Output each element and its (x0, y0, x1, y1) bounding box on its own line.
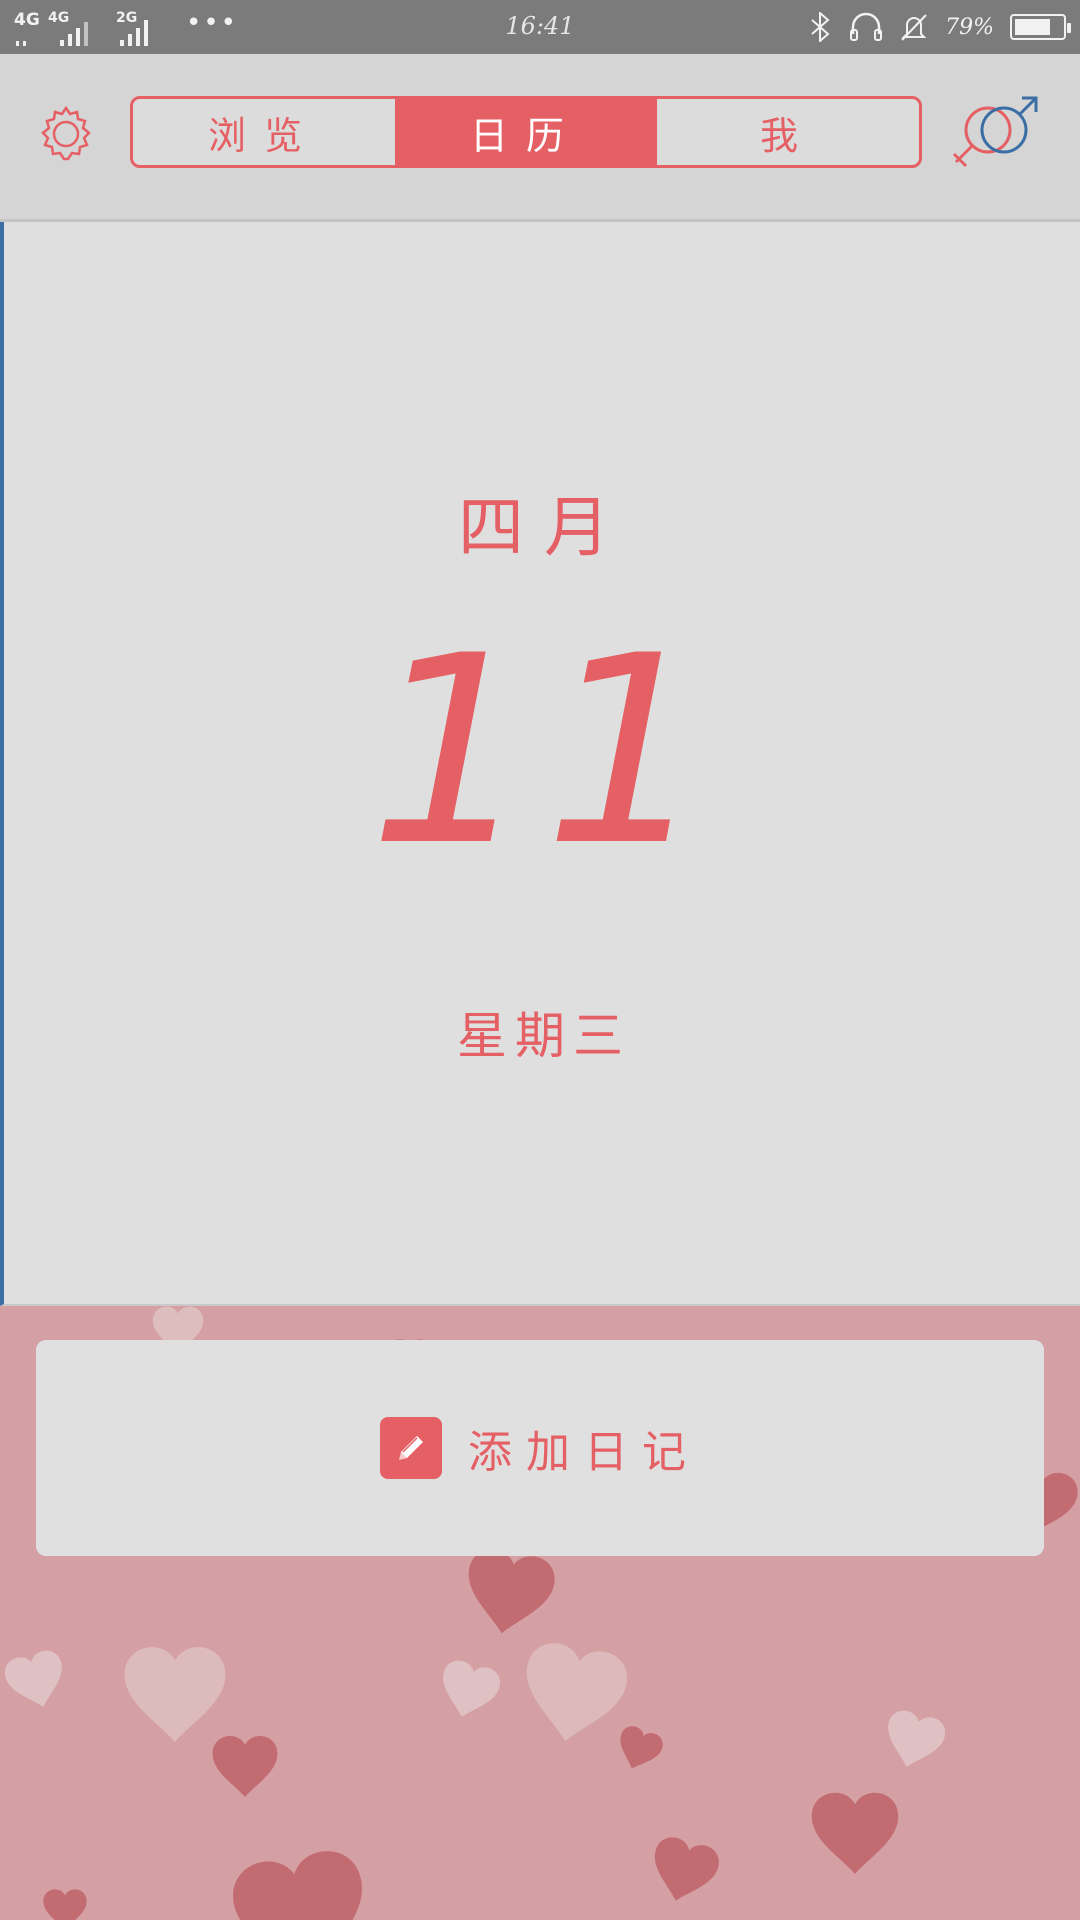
month-label: 四月 (458, 489, 630, 566)
battery-percent: 79% (945, 14, 994, 40)
calendar-panel: 四月 11 星期三 (0, 222, 1080, 1306)
tab-label: 浏览 (207, 113, 320, 158)
status-icons: 79% (807, 10, 1071, 44)
gear-icon[interactable] (36, 104, 96, 164)
weekday-label: 星期三 (457, 1007, 631, 1065)
day-number: 11 (368, 601, 720, 903)
battery-icon (1010, 14, 1071, 40)
bell-muted-icon (901, 14, 927, 41)
pencil-icon (380, 1417, 442, 1479)
gender-icon[interactable] (950, 96, 1042, 176)
add-diary-button[interactable]: 添加日记 (36, 1340, 1044, 1556)
tab-label: 我 (759, 113, 816, 158)
top-header: 浏览 日历 我 (0, 54, 1080, 222)
tab-label: 日历 (469, 113, 582, 158)
add-diary-label: 添加日记 (468, 1427, 700, 1478)
tab-me[interactable]: 我 (657, 99, 919, 165)
tab-bar: 浏览 日历 我 (130, 96, 922, 168)
tab-calendar[interactable]: 日历 (395, 99, 657, 165)
bluetooth-icon (811, 12, 830, 42)
headset-icon (850, 12, 883, 41)
tab-browse[interactable]: 浏览 (133, 99, 395, 165)
status-bar: 4G 4G 2G ••• 16:41 79% (0, 0, 1080, 54)
